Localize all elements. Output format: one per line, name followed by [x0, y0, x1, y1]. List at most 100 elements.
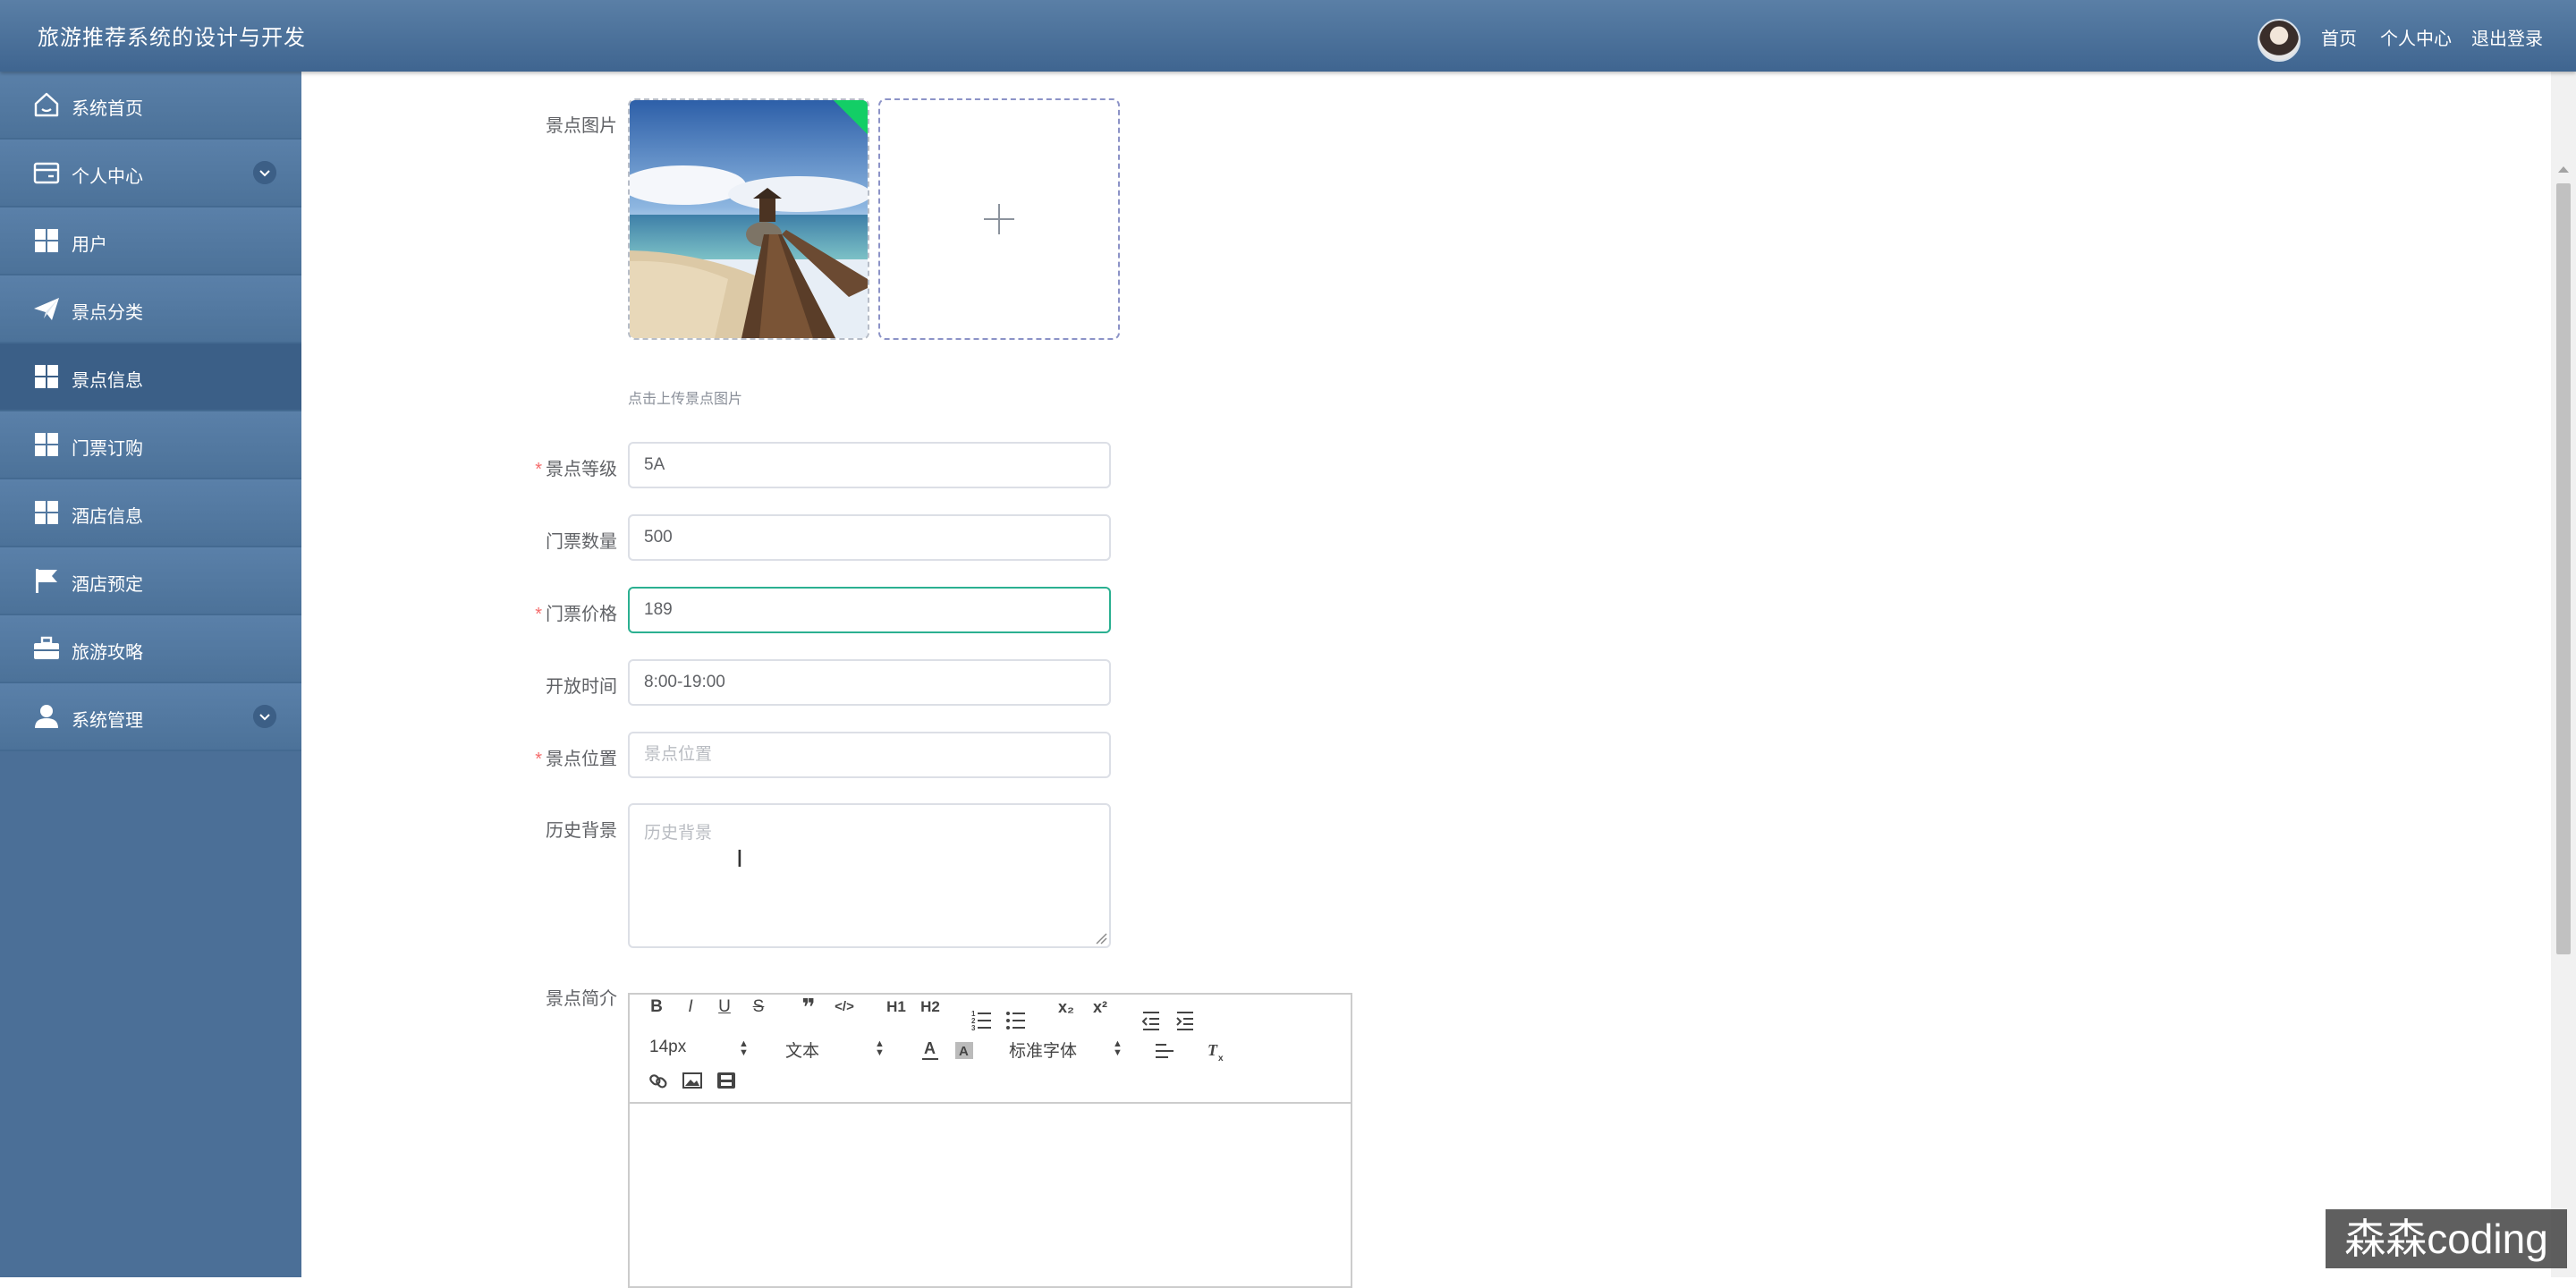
grid-icon [35, 365, 58, 388]
sidebar-item-label: 用户 [72, 235, 107, 255]
font-family-select[interactable]: 标准字体 ▲ ▼ [1009, 1038, 1123, 1062]
select-arrows-icon: ▲ ▼ [1113, 1038, 1123, 1058]
grid-icon [35, 433, 58, 456]
strikethrough-button[interactable]: S [750, 995, 767, 1020]
resize-handle-icon[interactable] [1095, 932, 1107, 945]
blockquote-button[interactable]: ❞ [798, 995, 819, 1020]
sidebar-item-label: 个人中心 [72, 167, 143, 187]
italic-button[interactable]: I [682, 995, 699, 1020]
home-link[interactable]: 首页 [2321, 24, 2357, 50]
user-avatar[interactable] [2258, 19, 2301, 62]
home-icon [34, 92, 59, 117]
chevron-down-icon[interactable] [253, 705, 276, 728]
svg-text:x: x [1218, 1054, 1224, 1063]
svg-text:A: A [959, 1044, 969, 1059]
logout-link[interactable]: 退出登录 [2471, 24, 2543, 50]
image-icon[interactable] [682, 1068, 703, 1093]
location-label: * 景点位置 [535, 750, 617, 769]
block-type-value: 文本 [785, 1042, 820, 1061]
sidebar-item-label: 景点信息 [72, 371, 143, 391]
open-time-label: 开放时间 [546, 677, 617, 697]
bold-button[interactable]: B [648, 995, 665, 1020]
sidebar-item-system-admin[interactable]: 系统管理 [0, 683, 301, 751]
sidebar-item-profile[interactable]: 个人中心 [0, 140, 301, 208]
sidebar-item-label: 酒店信息 [72, 507, 143, 527]
profile-link[interactable]: 个人中心 [2380, 24, 2452, 50]
font-size-select[interactable]: 14px ▲ ▼ [649, 1038, 749, 1058]
intro-label: 景点简介 [546, 989, 617, 1009]
sidebar-item-travel-guide[interactable]: 旅游攻略 [0, 615, 301, 683]
wallet-icon [33, 162, 60, 184]
scroll-up-icon[interactable] [2558, 166, 2569, 173]
ordered-list-icon[interactable]: 123 [971, 1007, 993, 1032]
font-size-value: 14px [649, 1038, 687, 1056]
sidebar-item-hotel-info[interactable]: 酒店信息 [0, 479, 301, 547]
image-label: 景点图片 [546, 116, 617, 136]
indent-icon[interactable] [1175, 1007, 1195, 1032]
ticket-price-input[interactable]: 189 [628, 587, 1111, 633]
font-family-value: 标准字体 [1009, 1042, 1078, 1061]
plus-icon [984, 204, 1014, 234]
clear-format-icon[interactable]: T x [1206, 1038, 1227, 1063]
select-arrows-icon: ▲ ▼ [739, 1038, 749, 1058]
editor-content-area[interactable] [630, 1104, 1351, 1286]
rich-text-editor[interactable]: B I U S ❞ </> H1 H2 123 x₂ x² 14px ▲ ▼ 文… [628, 993, 1352, 1288]
history-textarea[interactable]: 历史背景 [628, 803, 1111, 948]
top-header: 旅游推荐系统的设计与开发 首页 个人中心 退出登录 [0, 0, 2576, 72]
link-icon[interactable] [648, 1068, 669, 1093]
code-block-button[interactable]: </> [832, 995, 857, 1020]
history-label: 历史背景 [546, 821, 617, 841]
upload-image-button[interactable] [878, 98, 1120, 340]
outdent-icon[interactable] [1141, 1007, 1161, 1032]
font-color-icon[interactable]: A [919, 1038, 941, 1063]
sidebar-item-hotel-booking[interactable]: 酒店预定 [0, 547, 301, 615]
block-type-select[interactable]: 文本 ▲ ▼ [785, 1038, 885, 1062]
user-icon [35, 705, 58, 728]
uploaded-image-thumbnail[interactable] [628, 98, 869, 340]
svg-text:3: 3 [971, 1024, 976, 1032]
editor-toolbar: B I U S ❞ </> H1 H2 123 x₂ x² 14px ▲ ▼ 文… [630, 995, 1351, 1104]
background-color-icon[interactable]: A [953, 1038, 975, 1063]
ticket-price-label: * 门票价格 [535, 605, 617, 624]
bullet-list-icon[interactable] [1005, 1007, 1027, 1032]
sidebar-item-ticket-order[interactable]: 门票订购 [0, 411, 301, 479]
upload-hint: 点击上传景点图片 [628, 392, 743, 407]
svg-text:A: A [924, 1039, 936, 1057]
underline-button[interactable]: U [716, 995, 733, 1020]
briefcase-icon [34, 636, 59, 659]
sidebar-item-scenic-info[interactable]: 景点信息 [0, 343, 301, 411]
video-icon[interactable] [716, 1068, 737, 1093]
watermark: 森森coding [2326, 1209, 2567, 1268]
chevron-down-icon[interactable] [253, 161, 276, 184]
text-cursor-icon: I [736, 844, 743, 872]
align-left-icon[interactable] [1154, 1038, 1175, 1063]
sidebar-item-users[interactable]: 用户 [0, 208, 301, 275]
grid-icon [35, 501, 58, 524]
app-title: 旅游推荐系统的设计与开发 [38, 26, 306, 50]
location-input[interactable]: 景点位置 [628, 732, 1111, 778]
superscript-button[interactable]: x² [1089, 995, 1111, 1020]
svg-text:T: T [1208, 1041, 1218, 1059]
level-label: * 景点等级 [535, 460, 617, 479]
sidebar-item-scenic-category[interactable]: 景点分类 [0, 275, 301, 343]
sidebar-item-label: 旅游攻略 [72, 643, 143, 663]
flag-icon [36, 569, 57, 593]
subscript-button[interactable]: x₂ [1055, 995, 1077, 1020]
sidebar-item-label: 酒店预定 [72, 575, 143, 595]
beach-pier-photo [630, 100, 868, 338]
level-input[interactable]: 5A [628, 442, 1111, 488]
sidebar: 系统首页 个人中心 用户 景点分类 景点信息 门票订购 酒店信息 酒店预定 旅游… [0, 72, 301, 1277]
sidebar-item-label: 系统管理 [72, 711, 143, 731]
heading1-button[interactable]: H1 [884, 995, 909, 1020]
grid-icon [35, 229, 58, 252]
paper-plane-icon [34, 298, 59, 320]
sidebar-item-home[interactable]: 系统首页 [0, 72, 301, 140]
sidebar-item-label: 门票订购 [72, 439, 143, 459]
sidebar-item-label: 系统首页 [72, 99, 143, 119]
heading2-button[interactable]: H2 [918, 995, 943, 1020]
history-placeholder: 历史背景 [644, 824, 713, 843]
ticket-count-label: 门票数量 [546, 532, 617, 552]
ticket-count-input[interactable]: 500 [628, 514, 1111, 561]
scrollbar-thumb[interactable] [2556, 183, 2571, 954]
open-time-input[interactable]: 8:00-19:00 [628, 659, 1111, 706]
